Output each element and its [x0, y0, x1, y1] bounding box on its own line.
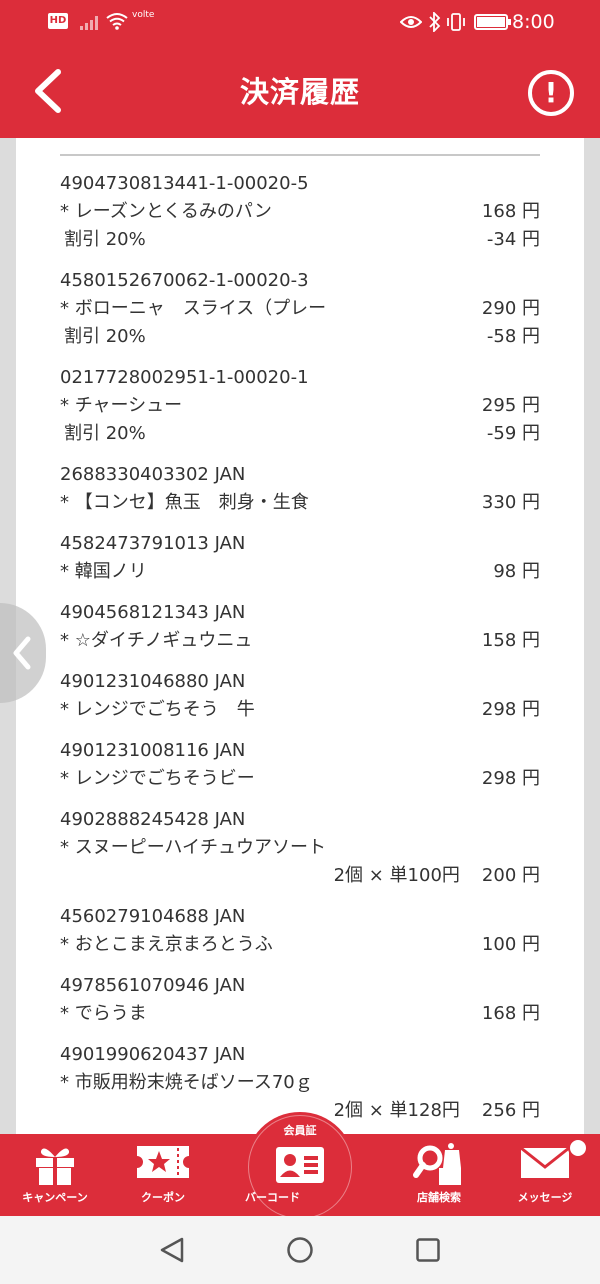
item-name: * レンジでごちそうビー: [60, 768, 255, 789]
info-icon[interactable]: !: [528, 70, 574, 116]
item-name: * スヌーピーハイチュウアソート: [60, 837, 327, 858]
chevron-left-icon: [13, 636, 31, 670]
item-price: 168 円: [481, 201, 540, 222]
item-code: 2688330403302 JAN: [60, 464, 246, 485]
item-name: * 韓国ノリ: [60, 561, 147, 582]
wifi-icon: [106, 13, 128, 30]
nav-campaign-label: キャンペーン: [22, 1191, 88, 1204]
item-code: 4580152670062-1-00020-3: [60, 270, 309, 291]
receipt-item-list: 4904730813441-1-00020-5 * レーズンとくるみのパン 168…: [60, 170, 540, 1134]
hd-badge: HD: [48, 13, 68, 29]
page-title: 決済履歴: [239, 75, 360, 109]
receipt-item: 4904730813441-1-00020-5 * レーズンとくるみのパン 168…: [60, 170, 540, 254]
item-name: * レーズンとくるみのパン: [60, 201, 272, 222]
receipt-item: 4560279104688 JAN * おとこまえ京まろとうふ 100 円: [60, 903, 540, 959]
item-name: * ☆ダイチノギュウニュ: [60, 630, 253, 651]
item-code: 4978561070946 JAN: [60, 975, 246, 996]
bottom-nav: キャンペーン クーポン 会員証 バーコード 店舗検索 メッセージ: [0, 1112, 600, 1222]
home-circle-icon[interactable]: [286, 1236, 314, 1264]
nav-store-search-label: 店舗検索: [417, 1191, 461, 1204]
receipt-item: 4901231008116 JAN * レンジでごちそうビー 298 円: [60, 737, 540, 793]
item-price: 200 円: [481, 865, 540, 886]
quantity-label: 2個 × 単128円: [333, 1100, 460, 1121]
item-price: 256 円: [481, 1100, 540, 1121]
receipt-item: 4582473791013 JAN * 韓国ノリ 98 円: [60, 530, 540, 586]
main-content[interactable]: 4904730813441-1-00020-5 * レーズンとくるみのパン 168…: [0, 138, 600, 1134]
discount-label: 割引 20%: [64, 229, 146, 250]
eye-icon: [400, 16, 422, 28]
item-name: * チャーシュー: [60, 395, 183, 416]
discount-price: -34 円: [486, 229, 540, 250]
store-search-icon: [413, 1143, 461, 1185]
item-price: 168 円: [481, 1003, 540, 1024]
item-price: 100 円: [481, 934, 540, 955]
item-code: 0217728002951-1-00020-1: [60, 367, 309, 388]
status-icons: [400, 11, 511, 33]
item-code: 4901231046880 JAN: [60, 671, 246, 692]
receipt-card: 4904730813441-1-00020-5 * レーズンとくるみのパン 168…: [16, 138, 584, 1134]
member-card-icon: [276, 1147, 324, 1183]
status-bar: HD volte 8:00: [0, 0, 600, 44]
item-name: * おとこまえ京まろとうふ: [60, 934, 273, 955]
battery-icon: [474, 14, 511, 30]
receipt-item: 4580152670062-1-00020-3 * ボローニャ スライス（プレー…: [60, 267, 540, 351]
bluetooth-icon: [429, 12, 441, 32]
discount-price: -59 円: [486, 423, 540, 444]
receipt-item: 2688330403302 JAN * 【コンセ】魚玉 刺身・生食 330 円: [60, 461, 540, 517]
back-triangle-icon[interactable]: [158, 1236, 186, 1264]
item-code: 4901990620437 JAN: [60, 1044, 246, 1065]
notification-badge: [568, 1138, 588, 1158]
item-code: 4560279104688 JAN: [60, 906, 246, 927]
app-header: 決済履歴 !: [0, 44, 600, 138]
discount-price: -58 円: [486, 326, 540, 347]
system-nav-bar: [0, 1216, 600, 1284]
nav-store-search[interactable]: 店舗検索: [384, 1134, 494, 1216]
volte-indicator: volte: [132, 10, 155, 20]
item-name: * 【コンセ】魚玉 刺身・生食: [60, 492, 309, 513]
coupon-ticket-icon: [137, 1146, 189, 1178]
item-price: 330 円: [481, 492, 540, 513]
item-code: 4582473791013 JAN: [60, 533, 246, 554]
item-code: 4904730813441-1-00020-5: [60, 173, 309, 194]
item-name: * でらうま: [60, 1003, 147, 1024]
item-price: 98 円: [493, 561, 540, 582]
item-name: * レンジでごちそう 牛: [60, 699, 255, 720]
item-price: 295 円: [481, 395, 540, 416]
item-price: 298 円: [481, 699, 540, 720]
nav-member-card[interactable]: 会員証 バーコード: [245, 1112, 355, 1222]
nav-campaign[interactable]: キャンペーン: [0, 1134, 110, 1216]
nav-coupon-label: クーポン: [141, 1191, 185, 1204]
item-name: * ボローニャ スライス（プレー: [60, 298, 327, 319]
nav-message-label: メッセージ: [517, 1191, 573, 1204]
vibrate-icon: [447, 13, 465, 31]
nav-coupon[interactable]: クーポン: [108, 1134, 218, 1216]
envelope-icon: [520, 1146, 570, 1178]
quantity-label: 2個 × 単100円: [333, 865, 460, 886]
item-name: * 市販用粉末焼そばソース70ｇ: [60, 1072, 313, 1093]
clock: 8:00: [512, 11, 555, 33]
member-card-label: 会員証: [283, 1124, 317, 1137]
receipt-item: 4978561070946 JAN * でらうま 168 円: [60, 972, 540, 1028]
receipt-item: 4904568121343 JAN * ☆ダイチノギュウニュ 158 円: [60, 599, 540, 655]
recents-square-icon[interactable]: [414, 1236, 442, 1264]
divider: [60, 154, 540, 156]
receipt-item: 4902888245428 JAN * スヌーピーハイチュウアソート 2個 × …: [60, 806, 540, 890]
item-price: 158 円: [481, 630, 540, 651]
discount-label: 割引 20%: [64, 423, 146, 444]
item-price: 290 円: [481, 298, 540, 319]
receipt-item: 4901231046880 JAN * レンジでごちそう 牛 298 円: [60, 668, 540, 724]
discount-label: 割引 20%: [64, 326, 146, 347]
gift-icon: [36, 1148, 74, 1185]
item-code: 4902888245428 JAN: [60, 809, 246, 830]
receipt-item: 0217728002951-1-00020-1 * チャーシュー 295 円 割引…: [60, 364, 540, 448]
signal-icon: [80, 16, 98, 30]
item-price: 298 円: [481, 768, 540, 789]
item-code: 4901231008116 JAN: [60, 740, 246, 761]
nav-barcode-label: バーコード: [245, 1191, 300, 1204]
item-code: 4904568121343 JAN: [60, 602, 246, 623]
